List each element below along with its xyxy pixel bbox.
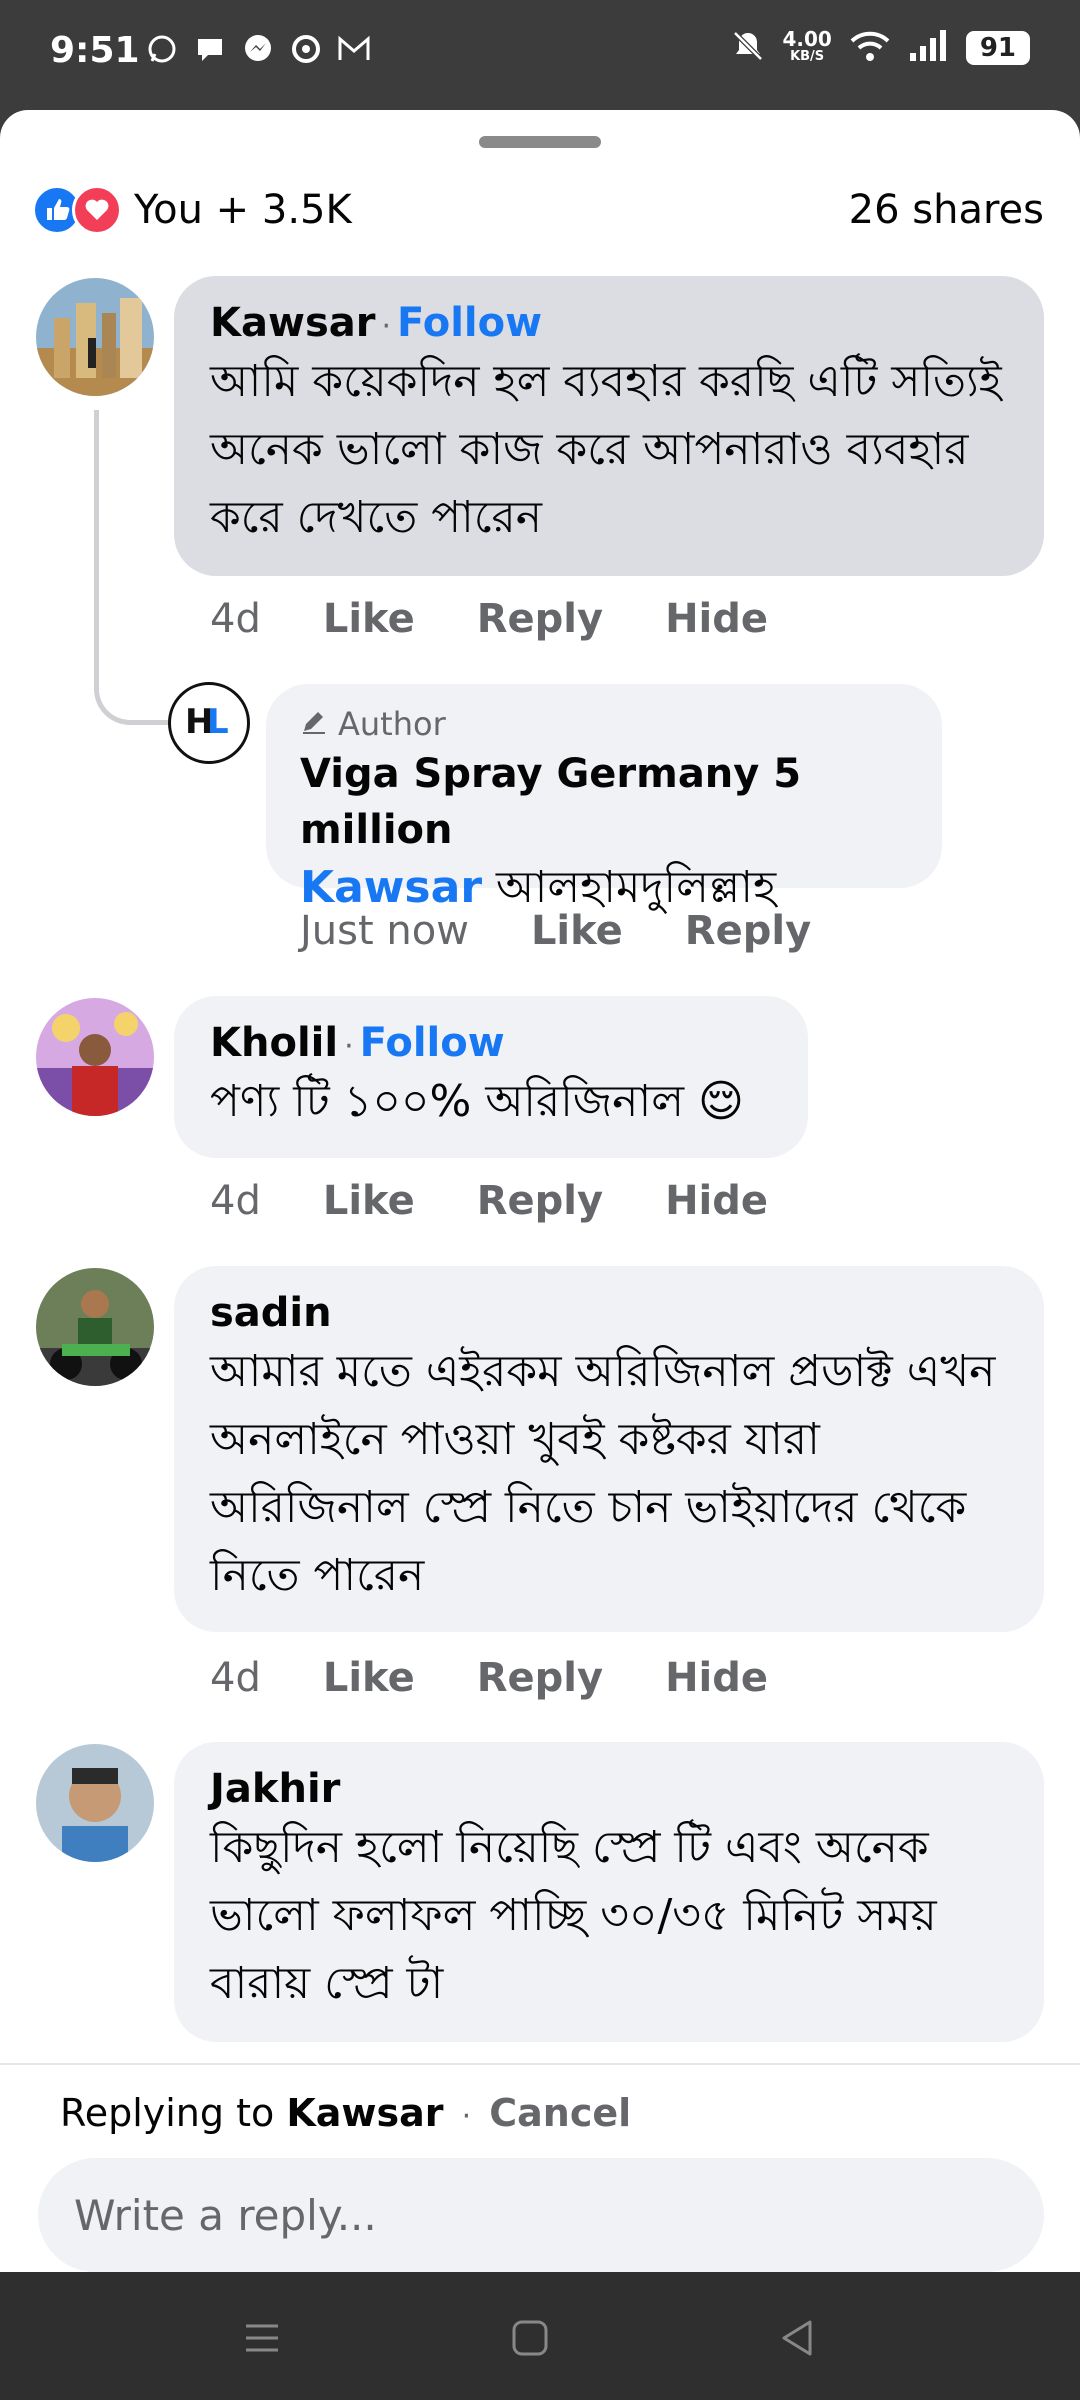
menu-icon[interactable] — [240, 2316, 284, 2360]
follow-button[interactable]: Follow — [360, 1020, 505, 1066]
status-time: 9:51 — [50, 30, 140, 71]
signal-icon — [908, 29, 950, 67]
notification-icons — [145, 32, 371, 66]
chat-icon — [193, 32, 227, 66]
follow-button[interactable]: Follow — [397, 300, 542, 346]
home-icon[interactable] — [508, 2316, 552, 2360]
avatar[interactable] — [36, 278, 154, 396]
avatar[interactable] — [36, 998, 154, 1116]
reply-body: আলহামদুলিল্লাহ — [496, 862, 777, 913]
svg-text:L: L — [207, 702, 229, 742]
reply-button[interactable]: Reply — [685, 908, 811, 954]
reactions-row: You + 3.5K 26 shares — [32, 170, 1044, 250]
commenter-name[interactable]: Kholil — [210, 1020, 338, 1066]
reply-bubble[interactable]: Author Viga Spray Germany 5 million Kaws… — [266, 684, 942, 913]
reactions-summary[interactable]: You + 3.5K — [32, 185, 352, 235]
page-avatar[interactable]: H L — [168, 682, 250, 764]
shares-count[interactable]: 26 shares — [849, 187, 1044, 233]
reply-button[interactable]: Reply — [477, 596, 603, 642]
whatsapp-icon — [145, 32, 179, 66]
reply-composer: Replying to Kawsar · Cancel — [0, 2063, 1080, 2272]
messenger-icon — [241, 32, 275, 66]
comment-time: 4d — [210, 596, 261, 642]
comment-actions: 4d Like Reply Hide — [210, 596, 768, 642]
commenter-name[interactable]: Jakhir — [210, 1766, 340, 1812]
like-button[interactable]: Like — [323, 1655, 415, 1701]
comment-text: আমার মতে এইরকম অরিজিনাল প্রডাক্ট এখন অনল… — [210, 1346, 996, 1601]
page-name[interactable]: Viga Spray Germany 5 million — [300, 746, 908, 858]
net-speed: 4.00 KB/S — [782, 29, 831, 66]
cancel-reply-button[interactable]: Cancel — [489, 2091, 631, 2135]
comment-text: কিছুদিন হলো নিয়েছি স্প্রে টি এবং অনেক ভ… — [210, 1822, 937, 2009]
wifi-icon — [848, 29, 892, 67]
reply-time: Just now — [300, 908, 469, 954]
comment-time: 4d — [210, 1178, 261, 1224]
love-reaction-icon — [72, 185, 122, 235]
avatar[interactable] — [36, 1744, 154, 1862]
comment-actions: 4d Like Reply Hide — [210, 1655, 768, 1701]
hide-button[interactable]: Hide — [665, 596, 768, 642]
comment-actions: 4d Like Reply Hide — [210, 1178, 768, 1224]
comment-bubble[interactable]: sadin আমার মতে এইরকম অরিজিনাল প্রডাক্ট এ… — [174, 1266, 1044, 1632]
back-icon[interactable] — [776, 2316, 820, 2360]
like-button[interactable]: Like — [323, 596, 415, 642]
avatar[interactable] — [36, 1268, 154, 1386]
status-right: 4.00 KB/S 91 — [730, 28, 1030, 68]
comments-sheet: You + 3.5K 26 shares Kawsar · Follow আমি ক… — [0, 110, 1080, 2272]
status-bar: 9:51 4.00 KB/S 91 — [0, 0, 1080, 110]
replying-name: Kawsar — [286, 2091, 444, 2135]
replying-prefix: Replying to — [60, 2091, 275, 2135]
system-nav-bar — [0, 2272, 1080, 2400]
hide-button[interactable]: Hide — [665, 1655, 768, 1701]
comment-text: পণ্য টি ১০০% অরিজিনাল 😌 — [210, 1076, 744, 1127]
pencil-icon — [300, 702, 328, 746]
battery-indicator: 91 — [965, 31, 1030, 65]
comment-bubble[interactable]: Jakhir কিছুদিন হলো নিয়েছি স্প্রে টি এবং… — [174, 1742, 1044, 2042]
vpn-icon — [289, 32, 323, 66]
comment-bubble[interactable]: Kawsar · Follow আমি কয়েকদিন হল ব্যবহার কর… — [174, 276, 1044, 576]
reply-button[interactable]: Reply — [477, 1178, 603, 1224]
like-button[interactable]: Like — [531, 908, 623, 954]
author-label: Author — [338, 705, 446, 743]
like-button[interactable]: Like — [323, 1178, 415, 1224]
comment-bubble[interactable]: Kholil · Follow পণ্য টি ১০০% অরিজিনাল 😌 — [174, 996, 808, 1158]
commenter-name[interactable]: sadin — [210, 1290, 332, 1336]
reactions-count: You + 3.5K — [134, 187, 352, 233]
mention-link[interactable]: Kawsar — [300, 862, 482, 913]
drag-handle[interactable] — [479, 136, 601, 148]
commenter-name[interactable]: Kawsar — [210, 300, 375, 346]
reply-input[interactable] — [38, 2158, 1044, 2272]
comment-time: 4d — [210, 1655, 261, 1701]
author-badge: Author — [300, 702, 908, 746]
thread-connector — [94, 410, 172, 725]
gmail-icon — [337, 32, 371, 66]
replying-to-bar: Replying to Kawsar · Cancel — [60, 2091, 632, 2135]
reply-actions: Just now Like Reply — [300, 908, 811, 954]
mute-icon — [730, 28, 766, 68]
comment-text: আমি কয়েকদিন হল ব্যবহার করছি এটি সত্যিই … — [210, 356, 1002, 543]
reply-button[interactable]: Reply — [477, 1655, 603, 1701]
hide-button[interactable]: Hide — [665, 1178, 768, 1224]
